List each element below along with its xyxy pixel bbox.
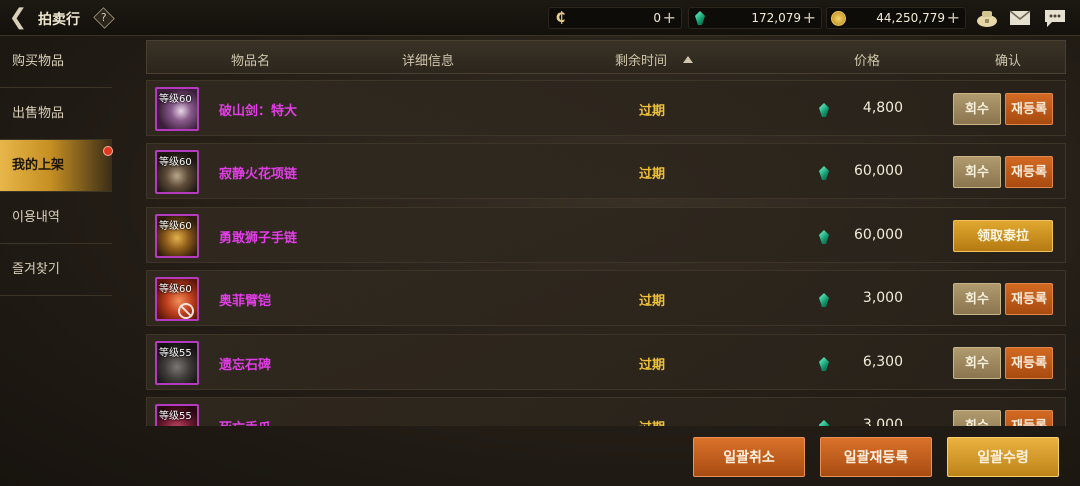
mail-icon[interactable] [1008,8,1032,28]
add-c-coin-button[interactable]: + [663,8,676,27]
tera-value: 172,079 [751,11,801,25]
tera-gem-icon [695,11,705,25]
item-level: 等级55 [159,348,192,359]
table-row[interactable]: 等级60 奥菲臂铠 过期 3,000 회수 재등록 [146,270,1066,326]
reclaim-button[interactable]: 회수 [953,156,1001,188]
listing-table[interactable]: 等级60 破山剑：特大 过期 4,800 회수 재등록 等级60 寂静火花项链 … [146,80,1066,426]
tera-gem-icon [819,293,829,307]
top-bar: ❮ 拍卖行 ? ₵ 0 + 172,079 + 44,250,779 + [0,0,1080,36]
relist-button[interactable]: 재등록 [1005,347,1053,379]
item-level: 等级55 [159,411,192,422]
table-row[interactable]: 等级55 遗忘石碑 过期 6,300 회수 재등록 [146,334,1066,390]
item-price: 4,800 [862,100,903,116]
tera-gem-icon [819,103,829,117]
table-row[interactable]: 等级60 寂静火花项链 过期 60,000 회수 재등록 [146,143,1066,199]
claim-all-button[interactable]: 일괄수령 [947,437,1059,477]
item-level: 等级60 [159,221,192,232]
item-icon-bracelet[interactable]: 等级60 [155,214,199,258]
back-arrow-icon[interactable]: ❮ [6,6,30,30]
notification-dot [103,146,113,156]
c-coin-balance: ₵ 0 + [548,7,682,29]
sidebar-item-favorites[interactable]: 즐겨찾기 [0,244,112,296]
sidebar-item-my-listings[interactable]: 我的上架 [0,140,112,192]
item-price: 6,300 [862,354,903,370]
reclaim-button[interactable]: 회수 [953,93,1001,125]
header-confirm: 确认 [995,54,1022,69]
item-name: 死亡手爪 [219,417,271,426]
gold-coin-icon [831,11,846,26]
relist-button[interactable]: 재등록 [1005,283,1053,315]
item-icon-sword[interactable]: 等级60 [155,87,199,131]
cancel-all-button[interactable]: 일괄취소 [693,437,805,477]
c-coin-value: 0 [653,11,661,25]
help-icon: ? [100,12,107,25]
page-title: 拍卖行 [38,12,80,28]
item-status: 过期 [639,167,666,182]
item-icon-armguard[interactable]: 等级60 [155,277,199,321]
reclaim-button[interactable]: 회수 [953,410,1001,426]
item-icon-claw[interactable]: 等级55 [155,404,199,426]
item-price: 3,000 [862,290,903,306]
header-remaining-time[interactable]: 剩余时间 [615,50,667,69]
sidebar: 购买物品 出售物品 我的上架 이용내역 즐겨찾기 [0,36,112,486]
relist-all-button[interactable]: 일괄재등록 [820,437,932,477]
tera-gem-icon [819,357,829,371]
item-status: 过期 [639,294,666,309]
relist-button[interactable]: 재등록 [1005,156,1053,188]
item-icon-stone[interactable]: 等级55 [155,341,199,385]
item-status: 过期 [639,104,666,119]
item-icon-necklace[interactable]: 等级60 [155,150,199,194]
header-item-name[interactable]: 物品名 [231,50,270,69]
item-name: 寂静火花项链 [219,167,298,182]
c-coin-icon: ₵ [555,10,566,26]
sort-ascending-icon[interactable] [683,56,693,63]
relist-button[interactable]: 재등록 [1005,410,1053,426]
table-row[interactable]: 等级60 破山剑：特大 过期 4,800 회수 재등록 [146,80,1066,136]
relist-button[interactable]: 재등록 [1005,93,1053,125]
tera-balance: 172,079 + [688,7,822,29]
item-price: 60,000 [854,227,903,243]
sidebar-item-buy[interactable]: 购买物品 [0,36,112,88]
reclaim-button[interactable]: 회수 [953,283,1001,315]
table-row[interactable]: 等级55 死亡手爪 过期 3,000 회수 재등록 [146,397,1066,426]
inventory-bag-icon[interactable] [975,8,999,28]
item-price: 3,000 [862,417,903,426]
sidebar-item-history[interactable]: 이용내역 [0,192,112,244]
sidebar-item-sell[interactable]: 出售物品 [0,88,112,140]
gold-value: 44,250,779 [876,11,945,25]
item-level: 等级60 [159,157,192,168]
chat-icon[interactable] [1043,8,1067,28]
tera-gem-icon [819,230,829,244]
header-detail: 详细信息 [402,54,455,69]
tera-gem-icon [819,166,829,180]
add-tera-button[interactable]: + [803,8,816,27]
item-name: 破山剑：特大 [219,104,298,119]
tera-gem-icon [819,420,829,426]
header-price[interactable]: 价格 [854,50,880,69]
gold-balance: 44,250,779 + [826,7,966,29]
item-status: 过期 [639,417,665,426]
item-name: 遗忘石碑 [219,358,272,373]
reclaim-button[interactable]: 회수 [953,347,1001,379]
claim-tera-button[interactable]: 领取泰拉 [953,220,1053,252]
item-level: 等级60 [159,94,192,105]
item-price: 60,000 [854,163,903,179]
add-gold-button[interactable]: + [947,8,960,27]
prohibited-icon [178,303,194,319]
item-name: 勇敢狮子手链 [219,231,298,246]
table-header: 物品名 详细信息 剩余时间 价格 确认 [146,40,1066,74]
item-name: 奥菲臂铠 [219,294,272,309]
help-button[interactable]: ? [93,7,115,29]
table-row[interactable]: 等级60 勇敢狮子手链 60,000 领取泰拉 [146,207,1066,263]
item-status: 过期 [639,358,666,373]
item-level: 等级60 [159,284,192,295]
